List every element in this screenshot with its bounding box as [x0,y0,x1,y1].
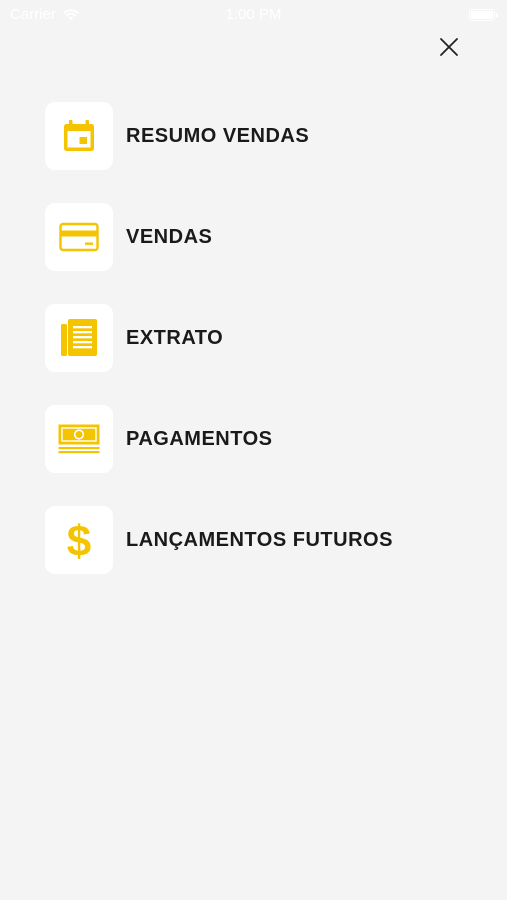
icon-tile [45,405,113,473]
status-time: 1:00 PM [225,6,282,23]
credit-card-icon [59,222,99,252]
menu-item-label: VENDAS [126,225,213,248]
icon-tile [45,203,113,271]
close-button[interactable] [432,30,466,64]
icon-tile [45,304,113,372]
close-icon [440,38,458,56]
menu-item-lancamentos-futuros[interactable]: $ LANÇAMENTOS FUTUROS [45,506,485,574]
document-icon [61,319,97,356]
svg-text:$: $ [67,518,91,562]
icon-tile [45,102,113,170]
menu-item-label: LANÇAMENTOS FUTUROS [126,528,393,551]
menu-list: RESUMO VENDAS VENDAS EXTRATO PAGAMENTOS … [45,102,485,607]
menu-item-label: PAGAMENTOS [126,427,273,450]
menu-item-label: RESUMO VENDAS [126,124,310,147]
menu-screen: Carrier 1:00 PM RESUMO VENDAS VENDAS EXT… [0,0,507,900]
menu-item-pagamentos[interactable]: PAGAMENTOS [45,405,485,473]
banknote-icon [58,424,100,454]
battery-icon [469,9,498,21]
menu-item-vendas[interactable]: VENDAS [45,203,485,271]
calendar-icon [64,120,94,151]
battery-fill [471,11,493,19]
icon-tile: $ [45,506,113,574]
dollar-icon: $ [67,518,91,562]
status-bar: Carrier 1:00 PM [0,0,507,30]
menu-item-extrato[interactable]: EXTRATO [45,304,485,372]
menu-item-resumo-vendas[interactable]: RESUMO VENDAS [45,102,485,170]
menu-item-label: EXTRATO [126,326,224,349]
battery-tip [496,13,498,17]
